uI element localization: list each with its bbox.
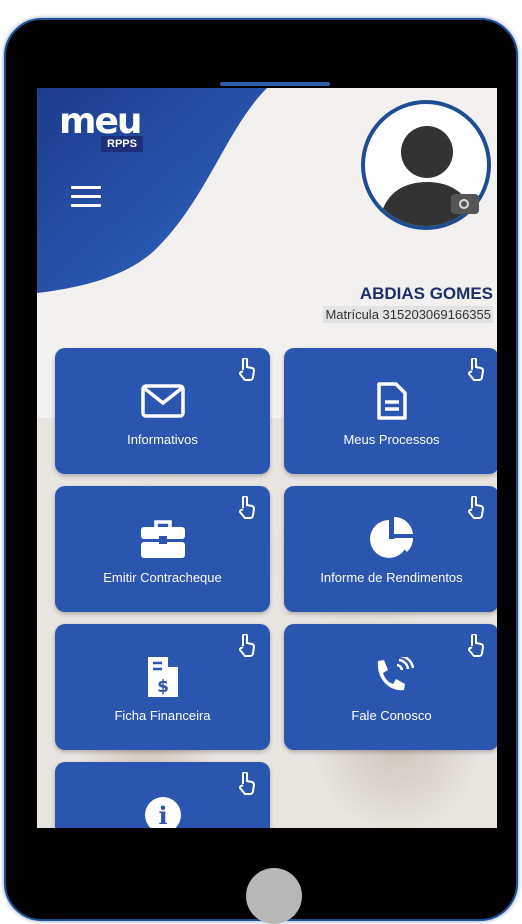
home-button[interactable] [246, 868, 302, 924]
menu-card-emitir-contracheque[interactable]: Emitir Contracheque [55, 486, 270, 612]
menu-card-label: Fale Conosco [351, 708, 432, 723]
tap-hand-icon [239, 496, 255, 519]
tap-hand-icon [468, 634, 484, 657]
app-screen: meu RPPS ABDIAS GOMES Matrícula 31520306… [37, 88, 497, 828]
menu-card-informativos[interactable]: Informativos [55, 348, 270, 474]
menu-card-fale-conosco[interactable]: Fale Conosco [284, 624, 497, 750]
tap-hand-icon [239, 772, 255, 795]
tap-hand-icon [239, 358, 255, 381]
info-icon: i [140, 792, 186, 828]
menu-card-label: Emitir Contracheque [103, 570, 222, 585]
tap-hand-icon [239, 634, 255, 657]
menu-card-label: Informe de Rendimentos [320, 570, 463, 585]
app-logo: meu RPPS [59, 101, 143, 152]
tap-hand-icon [468, 496, 484, 519]
svg-text:$: $ [157, 677, 169, 697]
menu-card-informe-rendimentos[interactable]: Informe de Rendimentos [284, 486, 497, 612]
tap-hand-icon [468, 358, 484, 381]
menu-card-ficha-financeira[interactable]: $ Ficha Financeira [55, 624, 270, 750]
invoice-dollar-icon: $ [140, 654, 186, 700]
logo-text: meu [59, 101, 143, 142]
svg-text:i: i [158, 801, 167, 828]
envelope-icon [140, 378, 186, 424]
menu-card-label: Ficha Financeira [114, 708, 211, 723]
menu-card-label: Meus Processos [343, 432, 440, 447]
menu-card-label: Informativos [127, 432, 198, 447]
pie-chart-icon [369, 516, 415, 562]
briefcase-icon [140, 516, 186, 562]
document-icon [369, 378, 415, 424]
menu-card-meus-processos[interactable]: Meus Processos [284, 348, 497, 474]
camera-icon[interactable] [451, 194, 479, 214]
phone-speaker [220, 82, 330, 86]
menu-card-info[interactable]: i [55, 762, 270, 828]
menu-icon[interactable] [71, 186, 101, 208]
user-name: ABDIAS GOMES [359, 284, 493, 303]
logo-badge: RPPS [101, 136, 143, 152]
user-registration: Matrícula 315203069166355 [323, 306, 493, 323]
phone-icon [369, 654, 415, 700]
